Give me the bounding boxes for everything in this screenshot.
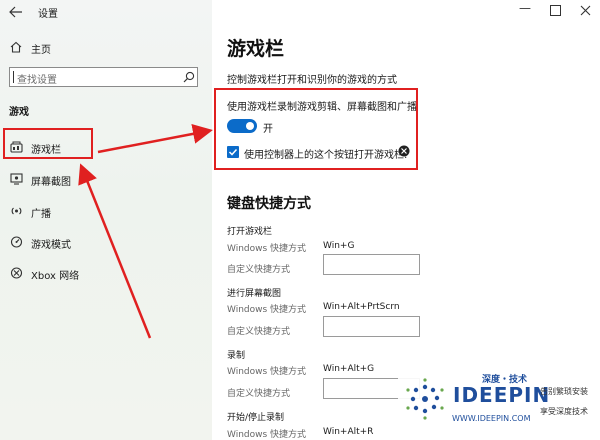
ideepin-logo-icon: [402, 376, 448, 422]
arrow-to-sidebar: [78, 163, 152, 339]
watermark-slogan-1: 告别繁琐安装: [540, 387, 588, 396]
watermark-brand-en: IDEEPIN: [453, 383, 551, 407]
watermark-url: WWW.IDEEPIN.COM: [452, 414, 531, 423]
arrow-to-settings: [97, 123, 213, 154]
watermark-slogan-2: 享受深度技术: [540, 407, 588, 416]
